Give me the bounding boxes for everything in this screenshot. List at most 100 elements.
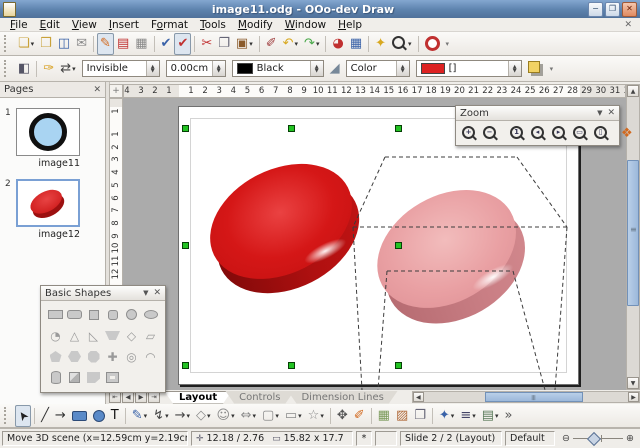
callouts-button[interactable]: ▭▾ <box>282 405 305 427</box>
shape-cross[interactable]: ✚ <box>103 347 122 366</box>
toolbar-options-icon[interactable]: ▾ <box>550 65 554 73</box>
menu-file[interactable]: File <box>4 19 34 31</box>
menu-modify[interactable]: Modify <box>232 19 279 31</box>
palette-menu-icon[interactable]: ▼ <box>594 109 605 117</box>
stars-button[interactable]: ☆▾ <box>305 405 327 427</box>
zoom-out-icon[interactable]: ⊖ <box>562 433 570 444</box>
palette-close-icon[interactable]: ✕ <box>605 108 615 118</box>
block-arrows-button[interactable]: ⇔▾ <box>238 405 259 427</box>
paste-button[interactable]: ▣▾ <box>233 33 256 55</box>
points-button[interactable]: ✥ <box>334 405 351 427</box>
print-button[interactable]: ▦ <box>132 33 150 55</box>
edit-file-button[interactable]: ✎ <box>97 33 114 55</box>
zoom-in-button[interactable]: + <box>459 122 480 144</box>
shape-cylinder[interactable] <box>46 368 65 387</box>
cut-button[interactable]: ✂ <box>198 33 215 55</box>
menu-tools[interactable]: Tools <box>194 19 232 31</box>
previous-zoom-button[interactable]: ◂ <box>528 122 549 144</box>
spinner-icon[interactable]: ▲▼ <box>310 61 323 76</box>
scroll-down-icon[interactable]: ▼ <box>627 377 639 389</box>
undo-button[interactable]: ↶▾ <box>280 33 301 55</box>
next-zoom-button[interactable]: ▸ <box>549 122 570 144</box>
shape-rectangle[interactable] <box>46 305 65 324</box>
zoom-slider-track[interactable] <box>573 438 623 439</box>
spinner-icon[interactable]: ▲▼ <box>396 61 409 76</box>
copy-button[interactable]: ❐ <box>215 33 233 55</box>
maximize-button[interactable]: ❐ <box>605 2 620 17</box>
help-button[interactable] <box>422 33 443 55</box>
zoom-slider-thumb[interactable] <box>587 432 601 446</box>
more-tools-button[interactable]: » <box>502 405 516 427</box>
chart-button[interactable]: ◕ <box>329 33 346 55</box>
select-button[interactable]: ➤ <box>15 405 31 427</box>
next-page-button[interactable]: ▶ <box>135 392 147 403</box>
shape-hexagon[interactable] <box>65 347 84 366</box>
shape-folded-corner[interactable] <box>84 368 103 387</box>
page-thumbnail[interactable] <box>16 179 80 227</box>
arrange-button[interactable]: ▤▾ <box>479 405 502 427</box>
selection-handle[interactable] <box>182 125 189 132</box>
menu-window[interactable]: Window <box>279 19 332 31</box>
shape-rounded-square[interactable] <box>103 305 122 324</box>
zoom-button[interactable]: ▾ <box>389 33 415 55</box>
gallery-button[interactable]: ▦ <box>347 33 365 55</box>
connector-button[interactable]: ↯▾ <box>150 405 171 427</box>
object-zoom-button[interactable]: ❖ <box>618 122 636 144</box>
auto-spellcheck-button[interactable]: ✔ <box>174 33 191 55</box>
page-thumbnail[interactable] <box>16 108 80 156</box>
horizontal-scroll-thumb[interactable] <box>485 392 583 402</box>
styles-and-formatting-button[interactable]: ◧ <box>15 58 33 80</box>
shape-cube[interactable] <box>65 368 84 387</box>
area-dialog-button[interactable]: ◢ <box>327 58 343 80</box>
redo-button[interactable]: ↷▾ <box>301 33 322 55</box>
last-page-button[interactable]: ⇥ <box>148 392 160 403</box>
menu-format[interactable]: Format <box>145 19 194 31</box>
shape-circle[interactable] <box>122 305 141 324</box>
tab-dimension-lines[interactable]: Dimension Lines <box>287 391 397 404</box>
navigator-button[interactable]: ✦ <box>372 33 389 55</box>
line-ends-with-arrow-button[interactable]: → <box>52 405 69 427</box>
selection-handle[interactable] <box>288 362 295 369</box>
basic-shapes-titlebar[interactable]: Basic Shapes ▼ ✕ <box>41 286 165 301</box>
zoom-in-icon[interactable]: ⊕ <box>626 433 634 444</box>
basic-shapes-button[interactable]: ◇▾ <box>193 405 214 427</box>
shape-right-triangle[interactable]: ◺ <box>84 326 103 345</box>
zoom-100-percent-button[interactable]: 1 <box>507 122 528 144</box>
menu-edit[interactable]: Edit <box>34 19 66 31</box>
format-paintbrush-button[interactable]: ✐ <box>263 33 280 55</box>
shape-regular-pentagon[interactable] <box>46 347 65 366</box>
first-page-button[interactable]: ⇤ <box>109 392 121 403</box>
scroll-left-icon[interactable]: ◀ <box>413 392 424 402</box>
selection-handle[interactable] <box>182 242 189 249</box>
shape-square[interactable] <box>84 305 103 324</box>
menu-insert[interactable]: Insert <box>103 19 145 31</box>
curve-button[interactable]: ✎▾ <box>129 405 150 427</box>
shape-frame[interactable] <box>103 368 122 387</box>
shape-ellipse[interactable] <box>141 305 160 324</box>
save-button[interactable]: ◫ <box>55 33 73 55</box>
close-button[interactable]: ✕ <box>622 2 637 17</box>
toolbar-options-icon[interactable]: ▾ <box>446 40 450 48</box>
ellipse-button[interactable] <box>90 405 108 427</box>
spinner-icon[interactable]: ▲▼ <box>508 61 521 76</box>
shape-parallelogram[interactable]: ▱ <box>141 326 160 345</box>
shape-ring[interactable]: ◎ <box>122 347 141 366</box>
shape-rounded-rectangle[interactable] <box>65 305 84 324</box>
close-document-button[interactable]: ✕ <box>620 20 636 30</box>
scroll-up-icon[interactable]: ▲ <box>627 85 639 97</box>
export-as-pdf-button[interactable]: ▤ <box>114 33 132 55</box>
zoom-out-button[interactable]: − <box>480 122 501 144</box>
page-style[interactable]: Default <box>505 431 555 446</box>
tab-controls[interactable]: Controls <box>225 391 294 404</box>
flowcharts-button[interactable]: ▢▾ <box>259 405 282 427</box>
zoom-slider[interactable]: ⊖ ⊕ <box>558 433 638 444</box>
effects-button[interactable]: ✦▾ <box>436 405 457 427</box>
lines-and-arrows-button[interactable]: →▾ <box>172 405 193 427</box>
document-as-email-button[interactable]: ✉ <box>73 33 90 55</box>
scroll-right-icon[interactable]: ▶ <box>628 392 639 402</box>
menu-help[interactable]: Help <box>332 19 368 31</box>
selection-handle[interactable] <box>395 362 402 369</box>
clone-formatting-button[interactable]: ❐ <box>411 405 429 427</box>
alignment-button[interactable]: ≡▾ <box>457 405 478 427</box>
shape-diamond[interactable]: ◇ <box>122 326 141 345</box>
